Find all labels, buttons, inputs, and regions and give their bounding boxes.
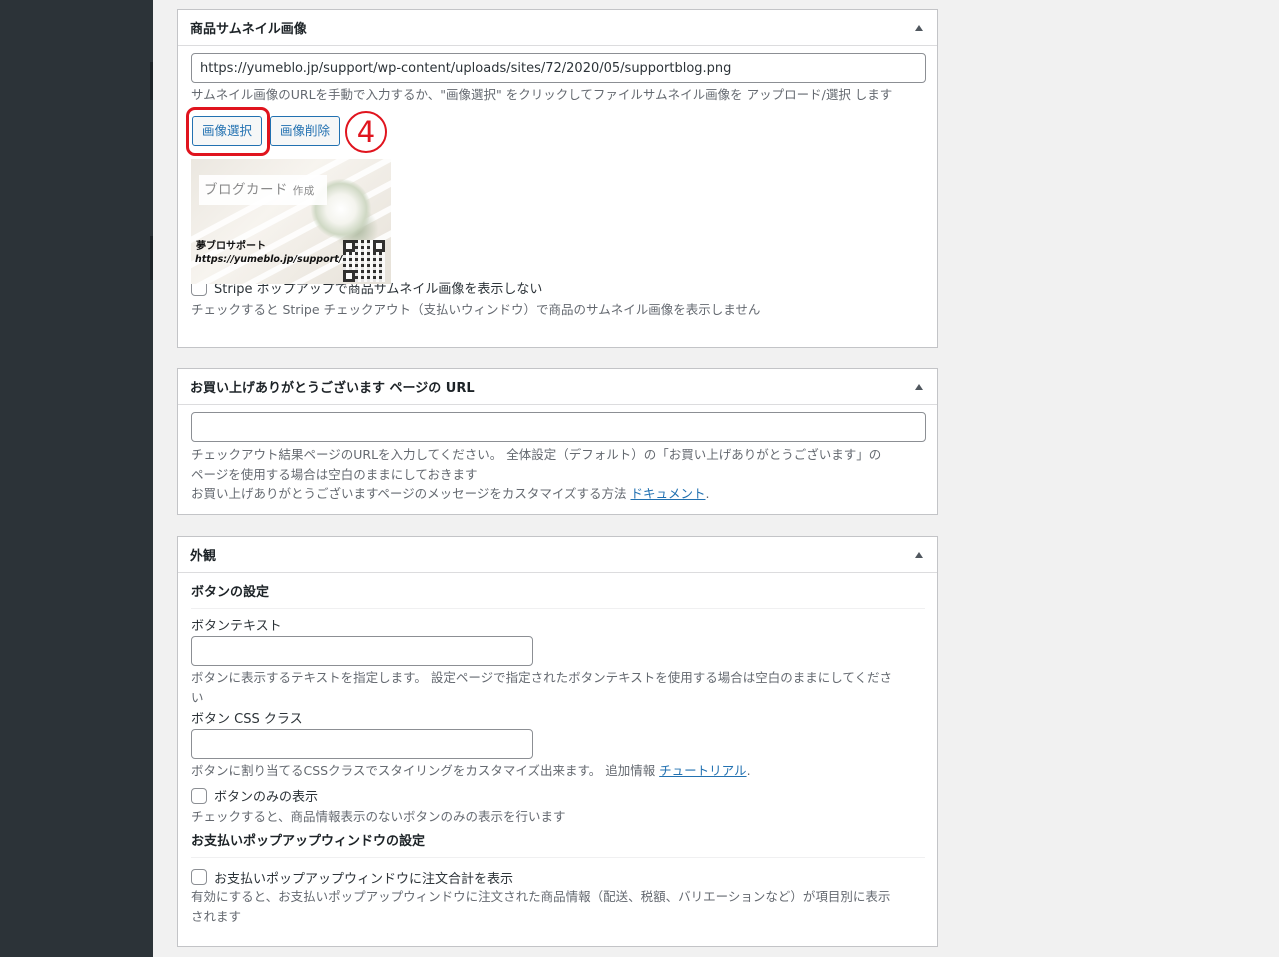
button-css-input[interactable] xyxy=(191,729,533,759)
metabox-title: 外観 xyxy=(190,549,217,564)
popup-settings-heading: お支払いポップアップウィンドウの設定 xyxy=(191,833,925,858)
thumbnail-metabox-header[interactable]: 商品サムネイル画像 xyxy=(178,10,937,46)
remove-image-button[interactable]: 画像削除 xyxy=(270,115,341,146)
thumbnail-url-input[interactable] xyxy=(191,53,926,83)
button-only-checkbox-row: ボタンのみの表示 xyxy=(191,786,925,806)
popup-total-label: お支払いポップアップウィンドウに注文合計を表示 xyxy=(214,871,514,887)
thanks-url-metabox: お買い上げありがとうございます ページの URL チェックアウト結果ページのUR… xyxy=(177,368,938,515)
thanks-url-metabox-header[interactable]: お買い上げありがとうございます ページの URL xyxy=(178,369,937,405)
button-text-description: ボタンに表示するテキストを指定します。 設定ページで指定されたボタンテキストを使… xyxy=(191,670,892,705)
thanks-url-input[interactable] xyxy=(191,412,926,442)
metabox-title: 商品サムネイル画像 xyxy=(190,22,307,37)
step-number-badge: 4 xyxy=(345,111,387,153)
popup-total-checkbox-row: お支払いポップアップウィンドウに注文合計を表示 xyxy=(191,867,925,887)
collapse-arrow-icon[interactable] xyxy=(915,24,923,31)
thanks-url-description: チェックアウト結果ページのURLを入力してください。 全体設定（デフォルト）の「… xyxy=(191,447,882,501)
button-settings-heading: ボタンの設定 xyxy=(191,584,925,609)
tutorial-link[interactable]: チュートリアル xyxy=(659,763,746,778)
preview-brand: 夢ブロサポート xyxy=(196,241,266,252)
preview-url: https://yumeblo.jp/support/ xyxy=(195,254,343,265)
popup-total-description: 有効にすると、お支払いポップアップウィンドウに注文された商品情報（配送、税額、バ… xyxy=(191,889,891,924)
appearance-metabox-header[interactable]: 外観 xyxy=(178,537,937,573)
hide-thumbnail-description: チェックすると Stripe チェックアウト（支払いウィンドウ）で商品のサムネイ… xyxy=(191,301,761,317)
button-text-label: ボタンテキスト xyxy=(191,619,282,634)
thumbnail-preview-image: ブログカード 作成 夢ブロサポート https://yumeblo.jp/sup… xyxy=(191,159,391,284)
collapse-arrow-icon[interactable] xyxy=(915,383,923,390)
thumbnail-url-description: サムネイル画像のURLを手動で入力するか、"画像選択" をクリックしてファイルサ… xyxy=(191,87,893,102)
select-image-button[interactable]: 画像選択 xyxy=(192,115,263,146)
metabox-title: お買い上げありがとうございます ページの URL xyxy=(190,381,475,396)
appearance-metabox: 外観 ボタンの設定 ボタンテキスト ボタンに表示するテキストを指定します。 設定… xyxy=(177,536,938,947)
collapse-arrow-icon[interactable] xyxy=(915,551,923,558)
popup-total-checkbox[interactable] xyxy=(191,869,207,885)
sidebar-marker xyxy=(150,62,153,100)
thumbnail-metabox: 商品サムネイル画像 サムネイル画像のURLを手動で入力するか、"画像選択" をク… xyxy=(177,9,938,348)
button-css-label: ボタン CSS クラス xyxy=(191,712,303,727)
documentation-link[interactable]: ドキュメント xyxy=(630,486,705,501)
button-only-checkbox[interactable] xyxy=(191,787,207,804)
preview-banner: ブログカード 作成 xyxy=(199,175,327,205)
button-only-description: チェックすると、商品情報表示のないボタンのみの表示を行います xyxy=(191,808,566,824)
button-only-label: ボタンのみの表示 xyxy=(214,790,319,805)
admin-sidebar xyxy=(0,0,153,957)
button-text-input[interactable] xyxy=(191,636,533,666)
qr-code-icon xyxy=(343,240,385,282)
button-css-description: ボタンに割り当てるCSSクラスでスタイリングをカスタマイズ出来ます。 追加情報 … xyxy=(191,763,751,778)
sidebar-marker xyxy=(150,236,153,280)
